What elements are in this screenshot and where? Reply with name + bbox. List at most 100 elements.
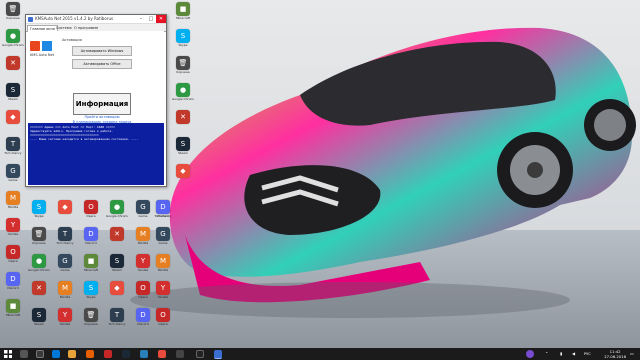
app-taskbar-icon[interactable] [158, 350, 166, 358]
clock-date: 27.06.2016 [604, 354, 626, 359]
desktop-icon[interactable]: D Discord [2, 272, 24, 294]
desktop-icon[interactable]: ● Google Chrome [172, 83, 194, 105]
desktop-icon[interactable]: ◆ [2, 110, 24, 132]
desktop-icon[interactable]: ✕ [28, 281, 50, 303]
tray-app-icon[interactable] [526, 350, 534, 358]
desktop-icon[interactable]: ● Google Chrome [28, 254, 50, 276]
desktop-icon[interactable]: D Discord [152, 200, 174, 222]
desktop-icon[interactable]: ● Google Chrome [106, 200, 128, 222]
desktop-icon-label: Mozilla [7, 206, 19, 209]
window-titlebar[interactable]: KMSAuto Net 2015 v1.4.2 by Ratiborus – □… [26, 15, 166, 24]
kmsauto-taskbar-icon[interactable] [214, 350, 222, 359]
opera-icon[interactable] [104, 350, 112, 358]
info-button[interactable]: Информация [73, 93, 131, 115]
desktop-icon[interactable]: ◆ [172, 164, 194, 186]
desktop-icon[interactable]: ✕ [106, 227, 128, 249]
office-logo-icon [30, 41, 40, 51]
steam-icon[interactable] [122, 350, 130, 358]
desktop-icon[interactable]: TTom Clancy [54, 227, 76, 249]
settings-icon[interactable] [196, 350, 204, 358]
task-view-icon[interactable] [36, 350, 44, 358]
desktop-icon-label: Skype [34, 215, 44, 218]
desktop-icon-label: Opera [138, 296, 148, 299]
network-icon[interactable]: ▮ [560, 351, 562, 356]
desktop-icon[interactable]: O Opera [132, 281, 154, 303]
desktop-icon[interactable]: ■ Minecraft [2, 299, 24, 321]
desktop-icon[interactable]: O Opera [2, 245, 24, 267]
search-icon[interactable] [20, 350, 28, 358]
edge-icon[interactable] [52, 350, 60, 358]
explorer-icon[interactable] [68, 350, 76, 358]
desktop-icon-glyph: ■ [6, 299, 20, 313]
kmsauto-window[interactable]: KMSAuto Net 2015 v1.4.2 by Ratiborus – □… [25, 14, 167, 187]
desktop-icon[interactable]: TTom Clancy [106, 308, 128, 330]
desktop-icon[interactable]: M Mozilla [132, 227, 154, 249]
log-console: ======= Админ === Auto Host == Порт: 168… [28, 123, 164, 185]
desktop-icon[interactable]: G Game [152, 227, 174, 249]
desktop-icon-glyph: D [84, 227, 98, 241]
desktop-icon[interactable]: Y Yandex [2, 218, 24, 240]
desktop-icon[interactable]: 🗑 Корзина [28, 227, 50, 249]
desktop-icon-label: Yandex [7, 233, 19, 236]
desktop-icon[interactable]: ✕ [172, 110, 194, 132]
desktop-icon[interactable]: 🗑 Корзина [172, 56, 194, 78]
activate-office-button[interactable]: Активировать Office [72, 59, 132, 69]
tray-arrow-icon[interactable]: ⌃ [545, 351, 548, 356]
desktop-icon-glyph: O [136, 281, 150, 295]
close-button[interactable]: ✕ [156, 15, 166, 23]
desktop-icon[interactable]: G Game [54, 254, 76, 276]
window-title: KMSAuto Net 2015 v1.4.2 by Ratiborus [35, 16, 114, 21]
desktop-icon-glyph: Y [6, 218, 20, 232]
desktop-icon-label: Корзина [84, 323, 98, 326]
desktop-icon[interactable]: S Skype [80, 281, 102, 303]
start-button[interactable] [4, 350, 12, 358]
desktop-icon[interactable]: TTom Clancy [2, 137, 24, 159]
desktop-icon[interactable]: S Skype [172, 29, 194, 51]
desktop-icon-glyph: T [6, 137, 20, 151]
activation-link[interactable]: Пройти активацию [62, 115, 142, 119]
desktop-icon[interactable]: S Steam [2, 83, 24, 105]
desktop-icon-glyph: ✕ [6, 56, 20, 70]
desktop-icon[interactable]: Y Yandex [152, 281, 174, 303]
activate-windows-button[interactable]: Активировать Windows [72, 46, 132, 56]
desktop-icon[interactable]: ■ Minecraft [80, 254, 102, 276]
desktop-icon[interactable]: M Mozilla [152, 254, 174, 276]
maximize-button[interactable]: □ [146, 15, 156, 23]
clock[interactable]: 11:42 27.06.2016 [604, 349, 626, 359]
desktop-icon[interactable]: 🗑 Корзина [2, 2, 24, 24]
minimize-button[interactable]: – [136, 15, 146, 23]
desktop-icon[interactable]: ■ Minecraft [172, 2, 194, 24]
language-indicator[interactable]: РУС [584, 352, 591, 356]
firefox-icon[interactable] [86, 350, 94, 358]
desktop-icon-label: Game [60, 269, 70, 272]
desktop-icon[interactable]: M Mozilla [2, 191, 24, 213]
volume-icon[interactable]: ◀ [572, 351, 575, 356]
desktop-icon-glyph: ● [32, 254, 46, 268]
media-icon[interactable] [176, 350, 184, 358]
desktop-icon[interactable]: Y Yandex [132, 254, 154, 276]
desktop-icon[interactable]: 🗑 Корзина [80, 308, 102, 330]
desktop-icon[interactable]: D Discord [80, 227, 102, 249]
desktop-icon-glyph: S [84, 281, 98, 295]
desktop-icon-glyph: T [58, 227, 72, 241]
desktop-icon[interactable]: G Game [132, 200, 154, 222]
notifications-icon[interactable]: ▭ [630, 351, 634, 356]
desktop-icon[interactable]: ◆ [106, 281, 128, 303]
desktop-icon-label: Opera [86, 215, 96, 218]
desktop-icon[interactable]: ✕ [2, 56, 24, 78]
desktop-icon[interactable]: O Opera [80, 200, 102, 222]
store-icon[interactable] [140, 350, 148, 358]
desktop-icon[interactable]: S Steam [28, 308, 50, 330]
desktop-icon[interactable]: O Opera [152, 308, 174, 330]
desktop-icon[interactable]: S Skype [28, 200, 50, 222]
desktop-icon[interactable]: G Game [2, 164, 24, 186]
desktop-icon[interactable]: ● Google Chrome [2, 29, 24, 51]
desktop-icon-label: Tom Clancy [108, 323, 126, 326]
desktop-icon[interactable]: S Steam [106, 254, 128, 276]
desktop-icon[interactable]: M Mozilla [54, 281, 76, 303]
desktop-icon[interactable]: S Steam [172, 137, 194, 159]
desktop-icon[interactable]: ◆ [54, 200, 76, 222]
desktop-icon[interactable]: Y Yandex [54, 308, 76, 330]
desktop-icon-label: Discord [137, 323, 149, 326]
desktop-icon[interactable]: D Discord [132, 308, 154, 330]
